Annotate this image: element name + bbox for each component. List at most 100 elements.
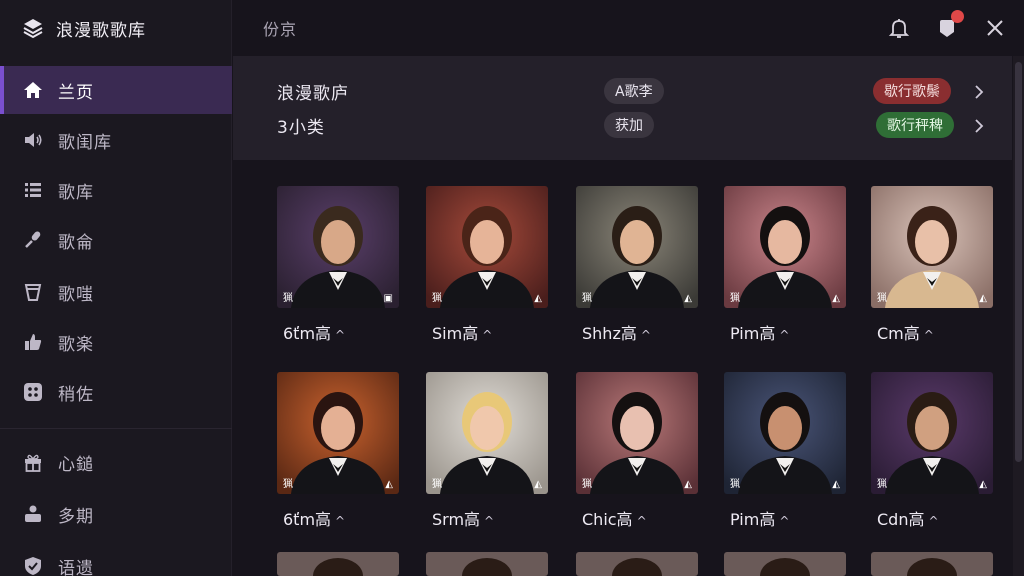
sidebar-item-mic[interactable]: 歌侖 [0,216,232,264]
singer-name[interactable]: Shhz高 ^ [582,320,651,344]
singer-card[interactable]: 猟 ▣ 6ťm高 ^ [277,186,399,346]
singer-photo[interactable]: 猟 ◭ [576,372,698,494]
photo-tag-left: 猟 [582,479,592,490]
singer-card-partial[interactable] [277,552,399,576]
chevron-up-icon[interactable]: ^ [637,514,647,528]
grid-dots-icon [22,381,44,403]
close-icon[interactable] [983,16,1007,40]
singer-card-partial[interactable] [871,552,993,576]
photo-tag-left: 猟 [432,293,442,304]
sidebar-item-security[interactable]: 语遗 [0,542,232,576]
singer-card[interactable]: 猟 ◭ Srm高 ^ [426,372,548,532]
singer-name[interactable]: Pim高 ^ [730,320,789,344]
singer-photo[interactable] [426,552,548,576]
singer-card-partial[interactable] [426,552,548,576]
singer-card[interactable]: 猟 ◭ Cdn高 ^ [871,372,993,532]
singer-card-partial[interactable] [576,552,698,576]
singer-name[interactable]: Pim高 ^ [730,506,789,530]
scrollbar-thumb[interactable] [1015,62,1022,462]
chevron-up-icon[interactable]: ^ [484,514,494,528]
singer-name-text: Shhz高 [582,324,637,343]
chevron-up-icon[interactable]: ^ [779,328,789,342]
thumbs-up-icon [22,331,44,353]
singer-photo[interactable] [871,552,993,576]
singer-name[interactable]: Cdn高 ^ [877,506,939,530]
singer-name[interactable]: Srm高 ^ [432,506,494,530]
singer-name[interactable]: 6ťm高 ^ [283,506,345,530]
singer-card-partial[interactable] [724,552,846,576]
chevron-up-icon[interactable]: ^ [335,514,345,528]
sidebar-item-songs[interactable]: 歌库 [0,166,232,214]
singer-name[interactable]: Chic高 ^ [582,506,647,530]
brand: 浪漫歌歌库 [0,0,231,56]
bell-icon[interactable] [887,16,911,40]
sidebar-item-gift[interactable]: 心鎚 [0,438,232,486]
chevron-up-icon[interactable]: ^ [779,514,789,528]
singer-card[interactable]: 猟 ◭ Cm高 ^ [871,186,993,346]
singer-name[interactable]: Sim高 ^ [432,320,492,344]
sidebar-item-label: 稍佐 [58,384,94,405]
singer-photo[interactable]: 猟 ▣ [277,186,399,308]
singer-filter-pill[interactable]: A歌李 [604,78,664,104]
singer-card[interactable]: 猟 ◭ 6ťm高 ^ [277,372,399,532]
scrollbar[interactable] [1013,56,1024,576]
notification-badge [951,10,964,23]
photo-tag-right: ◭ [832,479,840,490]
chevron-up-icon[interactable]: ^ [482,328,492,342]
singer-photo[interactable]: 猟 ◭ [871,186,993,308]
singer-card[interactable]: 猟 ◭ Sim高 ^ [426,186,548,346]
sidebar-item-cup[interactable]: 歌嗤 [0,268,232,316]
singer-photo[interactable]: 猟 ◭ [871,372,993,494]
photo-tag-right: ◭ [534,293,542,304]
sidebar-item-likes[interactable]: 歌楽 [0,318,232,366]
singer-photo[interactable] [576,552,698,576]
photo-tag-right: ◭ [979,479,987,490]
chevron-up-icon[interactable]: ^ [335,328,345,342]
chevron-up-icon[interactable]: ^ [924,328,934,342]
singer-photo[interactable]: 猟 ◭ [724,186,846,308]
singer-photo[interactable]: 猟 ◭ [576,186,698,308]
singer-name-text: Sim高 [432,324,479,343]
sidebar-item-library[interactable]: 歌闺库 [0,116,232,164]
singer-name-text: Srm高 [432,510,481,529]
singer-photo[interactable]: 猟 ◭ [724,372,846,494]
sidebar-item-more[interactable]: 稍佐 [0,368,232,416]
singer-card[interactable]: 猟 ◭ Pim高 ^ [724,186,846,346]
sidebar: 浪漫歌歌库 兰页 歌闺库 歌库 歌侖 歌嗤 歌楽 稍佐 心鎚 多期 语遗 [0,0,232,576]
photo-tag-left: 猟 [283,293,293,304]
singer-name[interactable]: Cm高 ^ [877,320,934,344]
collection-title: 浪漫歌庐 [277,84,349,104]
sidebar-item-label: 歌楽 [58,334,94,355]
singer-card[interactable]: 猟 ◭ Chic高 ^ [576,372,698,532]
chevron-up-icon[interactable]: ^ [928,514,938,528]
sidebar-item-period[interactable]: 多期 [0,490,232,538]
photo-tag-right: ▣ [383,293,393,304]
photo-tag-left: 猟 [283,479,293,490]
chevron-up-icon[interactable]: ^ [641,328,651,342]
singer-name-text: 6ťm高 [283,510,332,529]
singer-name[interactable]: 6ťm高 ^ [283,320,345,344]
singer-photo[interactable]: 猟 ◭ [426,186,548,308]
add-pill[interactable]: 获加 [604,112,654,138]
singer-card[interactable]: 猟 ◭ Shhz高 ^ [576,186,698,346]
chevron-right-icon[interactable] [973,84,985,99]
singer-photo[interactable]: 猟 ◭ [426,372,548,494]
sidebar-item-home[interactable]: 兰页 [0,66,232,114]
singer-card[interactable]: 猟 ◭ Pim高 ^ [724,372,846,532]
action-pill-green[interactable]: 歌行秤稗 [876,112,954,138]
chevron-right-icon[interactable] [973,118,985,133]
action-pill-red[interactable]: 歇行歌鬃 [873,78,951,104]
photo-tag-left: 猟 [582,293,592,304]
singer-photo[interactable]: 猟 ◭ [277,372,399,494]
singer-name-text: Cm高 [877,324,920,343]
singer-photo[interactable] [724,552,846,576]
sidebar-item-label: 多期 [58,506,94,527]
singer-name-text: Pim高 [730,510,776,529]
gift-icon [22,451,44,473]
home-icon [22,79,44,101]
app-title: 浪漫歌歌库 [56,20,146,41]
category-count: 3小类 [277,118,325,138]
photo-tag-right: ◭ [385,479,393,490]
singer-photo[interactable] [277,552,399,576]
layers-logo-icon [22,17,44,39]
